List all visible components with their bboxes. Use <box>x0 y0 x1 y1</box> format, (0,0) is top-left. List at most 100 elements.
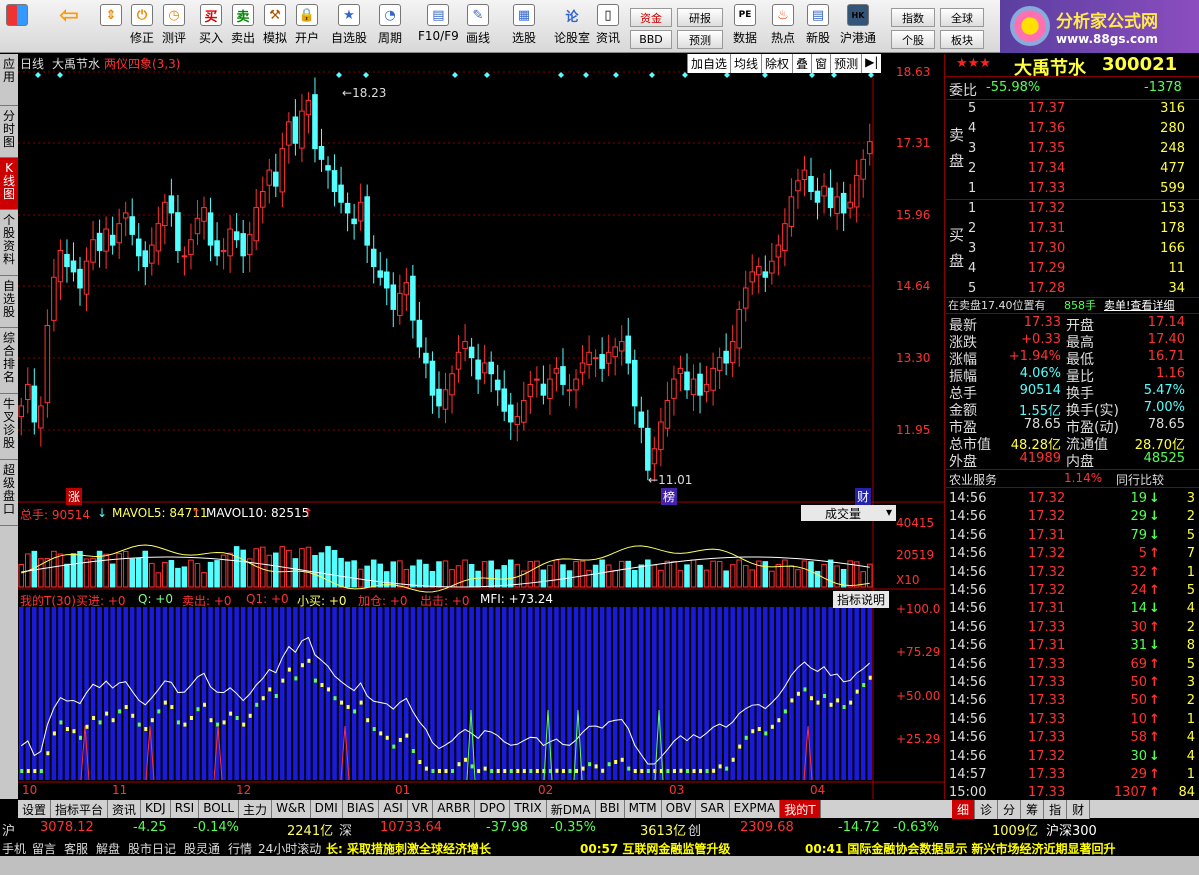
indicator-tab[interactable]: EXPMA <box>730 800 781 818</box>
news-service[interactable]: 客服 <box>64 840 88 857</box>
add-watch-button[interactable]: 加自选 <box>687 54 731 73</box>
indicator-explain-button[interactable]: 指标说明 <box>833 591 890 608</box>
news-phone[interactable]: 手机 <box>2 840 26 857</box>
right-tab[interactable]: 指 <box>1044 800 1068 819</box>
tag-bang[interactable]: 榜 <box>661 488 678 505</box>
indicator-tab[interactable]: 指标平台 <box>51 800 109 818</box>
forecast-button[interactable]: 预测 <box>677 30 723 49</box>
indicator-tab[interactable]: TRIX <box>510 800 547 818</box>
indicator-tab[interactable]: 主力 <box>239 800 273 818</box>
volume-bar <box>540 569 547 588</box>
research-button[interactable]: 研报 <box>677 8 723 27</box>
tab-app[interactable]: 应用 <box>0 54 18 106</box>
right-tab[interactable]: 分 <box>998 800 1022 819</box>
kline-chart-panel[interactable]: 日线 大禹节水 两仪四象(3,3) 加自选 均线 除权 叠 窗 预测 ▶| ←1… <box>18 54 945 799</box>
predict-button[interactable]: 预测 <box>830 54 862 73</box>
compare-button[interactable]: 同行比较 <box>1116 471 1164 488</box>
fund-button[interactable]: 资金 <box>630 8 672 27</box>
hk-connect-button[interactable]: HK 沪港通 <box>840 4 876 50</box>
volume-selector[interactable]: 成交量 ▾ <box>801 505 896 521</box>
forum-button[interactable]: 论论股室 <box>554 4 590 50</box>
buy-button[interactable]: 买买入 <box>199 4 223 50</box>
indicator-tab[interactable]: OBV <box>662 800 697 818</box>
indicator-tab[interactable]: ASI <box>379 800 408 818</box>
wb-label: 委比 <box>949 83 977 99</box>
stock-picker-button[interactable]: ▦ 选股 <box>512 4 536 50</box>
indicator-tab[interactable]: BIAS <box>343 800 380 818</box>
news-rolling[interactable]: 24小时滚动 <box>258 840 321 857</box>
indicator-tab[interactable]: 设置 <box>18 800 52 818</box>
data-button[interactable]: PE 数据 <box>733 4 757 50</box>
back-button[interactable]: ⇦ <box>58 1 80 50</box>
news-analysis[interactable]: 解盘 <box>96 840 120 857</box>
evaluate-button[interactable]: ◷ 测评 <box>162 4 186 50</box>
hot-button[interactable]: ♨ 热点 <box>771 4 795 50</box>
indicator-tab[interactable]: KDJ <box>141 800 171 818</box>
indicator-tab[interactable]: VR <box>408 800 434 818</box>
right-tab[interactable]: 财 <box>1067 800 1091 819</box>
sell-button[interactable]: 卖卖出 <box>231 4 255 50</box>
indicator-tab[interactable]: 资讯 <box>108 800 142 818</box>
tag-cai[interactable]: 财 <box>855 488 872 505</box>
global-button[interactable]: 全球 <box>940 8 984 27</box>
ma-button[interactable]: 均线 <box>730 54 762 73</box>
news-item-3[interactable]: 00:41 国际金融协会数据显示 新兴市场经济近期显著回升 <box>805 840 1116 857</box>
tab-intraday[interactable]: 分时图 <box>0 106 18 158</box>
indicator-tab[interactable]: RSI <box>171 800 200 818</box>
indicator-tab[interactable]: DMI <box>311 800 343 818</box>
tick-time: 14:56 <box>949 693 987 709</box>
bbd-button[interactable]: BBD <box>630 30 672 49</box>
tab-diagnose[interactable]: 牛叉诊股 <box>0 394 18 460</box>
indicator-tab[interactable]: W&R <box>272 800 311 818</box>
collapse-icon[interactable]: ▶| <box>861 54 882 73</box>
exright-button[interactable]: 除权 <box>761 54 793 73</box>
repair-button[interactable]: ⏻ 修正 <box>130 4 154 50</box>
order-note-3[interactable]: 卖单!查看详细 <box>1104 297 1174 313</box>
indicator-column <box>547 607 553 780</box>
ipo-button[interactable]: ▤ 新股 <box>806 4 830 50</box>
indicator-tab[interactable]: 新DMA <box>547 800 596 818</box>
tick-price: 17.32 <box>1028 491 1066 506</box>
simulate-button[interactable]: ⚒ 模拟 <box>263 4 287 50</box>
tab-level2[interactable]: 超级盘口 <box>0 460 18 526</box>
small-mark <box>327 687 331 692</box>
sector-button[interactable]: 板块 <box>940 30 984 49</box>
tag-zhang[interactable]: 涨 <box>66 488 83 505</box>
news-glt[interactable]: 股灵通 <box>184 840 220 857</box>
watchlist-button[interactable]: ★ 自选股 <box>331 4 367 50</box>
home-button[interactable] <box>6 4 28 50</box>
indicator-tab[interactable]: BOLL <box>199 800 240 818</box>
overlay-button[interactable]: 叠 <box>792 54 812 73</box>
up-down-button[interactable]: ⇕ <box>100 4 122 50</box>
f10-button[interactable]: ▤ F10/F9 <box>418 4 459 50</box>
tab-kline[interactable]: K线图 <box>0 158 18 210</box>
stock-button[interactable]: 个股 <box>891 30 935 49</box>
small-mark <box>229 711 233 716</box>
small-mark <box>20 769 24 773</box>
index-button[interactable]: 指数 <box>891 8 935 27</box>
news-diary[interactable]: 股市日记 <box>128 840 176 857</box>
indicator-tab[interactable]: MTM <box>625 800 662 818</box>
indicator-tab[interactable]: ARBR <box>433 800 476 818</box>
news-item-2[interactable]: 00:57 互联网金融监管升级 <box>580 840 730 857</box>
right-tab[interactable]: 筹 <box>1021 800 1045 819</box>
tab-ranking[interactable]: 综合排名 <box>0 328 18 394</box>
open-account-button[interactable]: 🔒 开户 <box>295 4 319 50</box>
news-quote[interactable]: 行情 <box>228 840 252 857</box>
news-message[interactable]: 留言 <box>32 840 56 857</box>
draw-line-button[interactable]: ✎ 画线 <box>466 4 490 50</box>
indicator-tab[interactable]: BBI <box>596 800 625 818</box>
picker-icon: ▦ <box>513 4 535 26</box>
right-tab[interactable]: 诊 <box>975 800 999 819</box>
right-tab[interactable]: 细 <box>952 800 976 819</box>
period-button[interactable]: ◔ 周期 <box>378 4 402 50</box>
indicator-tab[interactable]: SAR <box>696 800 730 818</box>
news-button[interactable]: ▯ 资讯 <box>596 4 620 50</box>
indicator-column <box>456 607 461 780</box>
window-button[interactable]: 窗 <box>811 54 831 73</box>
tab-profile[interactable]: 个股资料 <box>0 210 18 276</box>
news-item-1[interactable]: 长: 采取措施刺激全球经济增长 <box>326 840 491 857</box>
tab-watchlist[interactable]: 自选股 <box>0 276 18 328</box>
indicator-tab[interactable]: 我的T <box>780 800 821 818</box>
indicator-tab[interactable]: DPO <box>475 800 511 818</box>
